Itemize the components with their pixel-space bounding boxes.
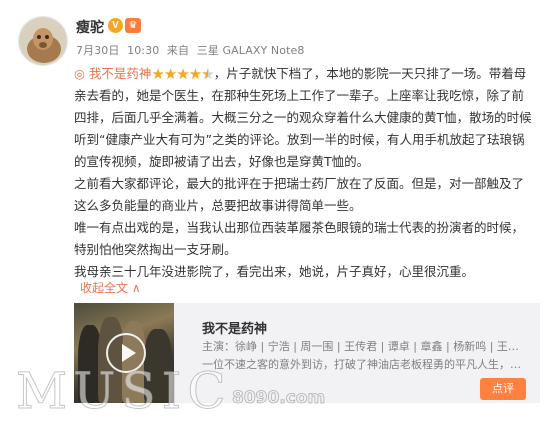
- vip-badge-icon: V: [108, 18, 123, 33]
- member-crown-icon[interactable]: ♛: [125, 18, 141, 33]
- post-source-prefix: 来自: [166, 44, 190, 57]
- collapse-label: 收起全文: [80, 281, 129, 295]
- paragraph-3: 唯一有点出戏的是，当我认出那位西装革履茶色眼镜的瑞士代表的扮演者的时候，特别怕他…: [74, 220, 525, 257]
- topic-icon: ◎: [74, 66, 85, 81]
- review-button[interactable]: 点评: [480, 378, 526, 400]
- post-device[interactable]: 三星 GALAXY Note8: [197, 44, 305, 57]
- paragraph-1-text: ，片子就快下档了，本地的影院一天只排了一场。带着母亲去看的，她是个医生，在那种生…: [74, 66, 532, 169]
- post-date[interactable]: 7月30日: [76, 44, 120, 57]
- play-icon[interactable]: [106, 333, 146, 373]
- movie-card[interactable]: 我不是药神 主演：徐峥 | 宁浩 | 周一围 | 王传君 | 谭卓 | 章鑫 |…: [74, 303, 540, 403]
- topic-link[interactable]: ◎ 我不是药神: [74, 66, 151, 81]
- avatar-image: [19, 17, 67, 65]
- topic-text[interactable]: 我不是药神: [89, 66, 152, 81]
- post-content: ◎ 我不是药神★★★★★，片子就快下档了，本地的影院一天只排了一场。带着母亲去看…: [74, 62, 536, 283]
- username[interactable]: 瘦驼: [76, 17, 104, 37]
- collapse-full-text-link[interactable]: 收起全文 ∧: [80, 279, 141, 296]
- movie-poster[interactable]: [74, 303, 174, 403]
- movie-cast: 主演：徐峥 | 宁浩 | 周一围 | 王传君 | 谭卓 | 章鑫 | 杨新鸣 |…: [202, 340, 528, 353]
- rating-stars: ★★★★★: [151, 63, 214, 85]
- chevron-up-icon: ∧: [131, 281, 141, 295]
- post-time[interactable]: 10:30: [127, 44, 159, 57]
- avatar[interactable]: [18, 16, 68, 66]
- movie-title[interactable]: 我不是药神: [202, 318, 267, 337]
- paragraph-4: 我母亲三十几年没进影院了，看完出来，她说，片子真好，心里很沉重。: [74, 264, 475, 279]
- post-meta: 7月30日 10:30 来自 三星 GALAXY Note8: [76, 42, 308, 58]
- movie-description: 一位不速之客的意外到访，打破了神油店老板程勇的平凡人生，他从一个交不起房租的男性…: [202, 358, 528, 371]
- paragraph-1: ◎ 我不是药神★★★★★，片子就快下档了，本地的影院一天只排了一场。带着母亲去看…: [74, 62, 536, 173]
- star-icon: ★: [176, 65, 189, 83]
- star-icon: ★: [188, 65, 202, 83]
- star-icon: ★: [163, 65, 177, 83]
- paragraph-2: 之前看大家都评论，最大的批评在于把瑞士药厂放在了反面。但是，对一部触及了这么多负…: [74, 176, 525, 213]
- half-star-icon: ★: [201, 63, 214, 85]
- star-icon: ★: [151, 65, 164, 83]
